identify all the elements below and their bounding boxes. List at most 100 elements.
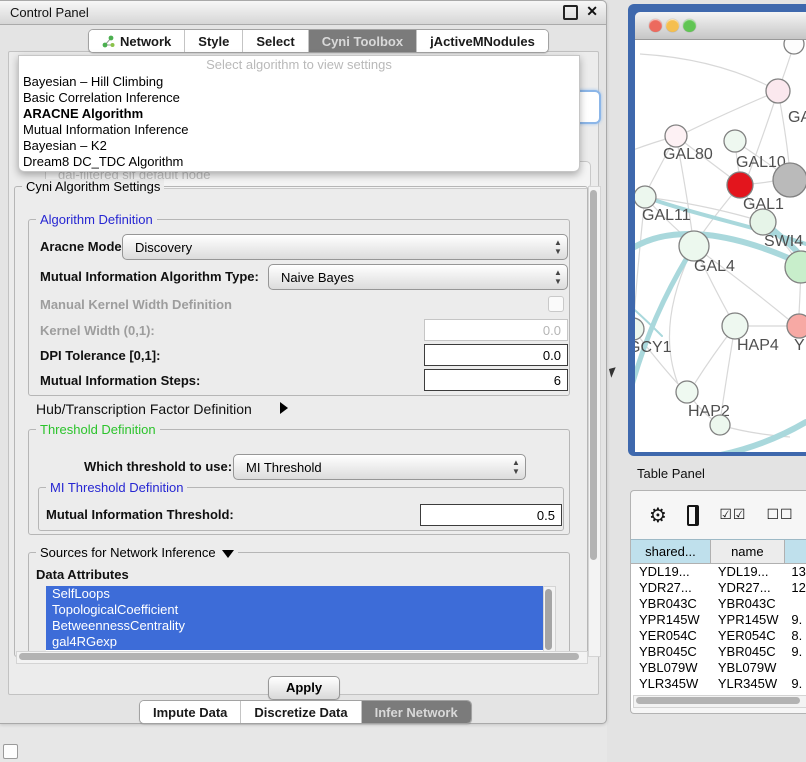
table-row[interactable]: YBR045CYBR045C9. <box>631 644 806 660</box>
bottom-tab-impute-data[interactable]: Impute Data <box>140 701 241 723</box>
table-cell: YBR045C <box>710 644 784 660</box>
network-node-hap2[interactable] <box>676 381 698 403</box>
bottom-tab-bar: Impute Data Discretize Data Infer Network <box>139 700 472 724</box>
network-node-gcy1[interactable] <box>635 318 644 340</box>
mi-threshold-definition-title: MI Threshold Definition <box>46 480 187 495</box>
table-horizontal-scrollbar[interactable] <box>633 695 806 708</box>
algorithm-option[interactable]: Dream8 DC_TDC Algorithm <box>19 154 579 170</box>
algorithm-dropdown-popup: Select algorithm to view settings Bayesi… <box>18 55 580 172</box>
network-canvas[interactable]: GALGAL80GAL10GAL1GAL11SWI4GAL4GCY1HAP4YH… <box>635 40 806 452</box>
panel-toggle-icon[interactable] <box>3 744 18 759</box>
table-header-row: shared...nameA <box>631 539 806 564</box>
table-row[interactable]: YLR345WYLR345W9. <box>631 676 806 692</box>
table-row[interactable]: YBL079WYBL079W <box>631 660 806 676</box>
table-cell: 12 <box>783 580 806 596</box>
data-attribute-item[interactable]: BetweennessCentrality <box>46 618 543 634</box>
table-row[interactable]: YDL19...YDL19...13 <box>631 564 806 580</box>
data-attribute-item[interactable]: TopologicalCoefficient <box>46 602 543 618</box>
mi-algorithm-type-combo[interactable]: Naive Bayes ▲▼ <box>268 264 568 290</box>
algorithm-option[interactable]: ARACNE Algorithm <box>19 106 579 122</box>
tab-label: Discretize Data <box>254 705 347 720</box>
kernel-width-label: Kernel Width (0,1): <box>40 323 155 338</box>
mi-steps-field[interactable] <box>424 369 568 391</box>
network-node[interactable] <box>784 40 804 54</box>
algorithm-option[interactable]: Bayesian – K2 <box>19 138 579 154</box>
network-node-gal10[interactable] <box>724 130 746 152</box>
table-cell: YLR345W <box>710 676 784 692</box>
top-tab-jactivemnodules[interactable]: jActiveMNodules <box>417 30 548 52</box>
algorithm-option[interactable]: Bayesian – Hill Climbing <box>19 74 579 90</box>
settings-vertical-scrollbar[interactable] <box>588 186 601 657</box>
network-node[interactable] <box>773 163 806 197</box>
combo-stepper-icon: ▲▼ <box>507 458 525 476</box>
tab-label: Select <box>256 34 294 49</box>
mi-threshold-field[interactable] <box>420 504 562 526</box>
bottom-tab-discretize-data[interactable]: Discretize Data <box>241 701 361 723</box>
network-node-hap4[interactable] <box>722 313 748 339</box>
top-tab-network[interactable]: Network <box>89 30 185 52</box>
network-node-gal4[interactable] <box>679 231 709 261</box>
mi-threshold-label: Mutual Information Threshold: <box>46 507 234 522</box>
table-cell: YDR27... <box>710 580 784 596</box>
table-cell: 13 <box>783 564 806 580</box>
tab-label: Infer Network <box>375 705 458 720</box>
algorithm-option[interactable]: Mutual Information Inference <box>19 122 579 138</box>
which-threshold-combo[interactable]: MI Threshold ▲▼ <box>233 454 526 480</box>
select-all-checkboxes-icon[interactable]: ☑☑ <box>719 507 746 523</box>
float-window-icon[interactable] <box>563 5 578 20</box>
table-row[interactable]: YPR145WYPR145W9. <box>631 612 806 628</box>
network-edge <box>687 91 778 132</box>
network-node-gal11[interactable] <box>635 186 656 208</box>
top-tab-style[interactable]: Style <box>185 30 243 52</box>
tab-label: jActiveMNodules <box>430 34 535 49</box>
table-cell: YBL079W <box>631 660 710 676</box>
zoom-traffic-icon[interactable] <box>683 19 696 32</box>
minimize-traffic-icon[interactable] <box>666 19 679 32</box>
bottom-tab-infer-network[interactable]: Infer Network <box>362 701 471 723</box>
settings-horizontal-scrollbar[interactable] <box>16 651 588 664</box>
table-row[interactable]: YDR27...YDR27...12 <box>631 580 806 596</box>
algorithm-list: Bayesian – Hill ClimbingBasic Correlatio… <box>19 74 579 170</box>
network-node-gal[interactable] <box>766 79 790 103</box>
table-row[interactable]: YER054CYER054C8. <box>631 628 806 644</box>
data-attributes-list[interactable]: SelfLoopsTopologicalCoefficientBetweenne… <box>46 586 543 653</box>
manual-kernel-checkbox[interactable] <box>548 296 564 312</box>
tab-label: Impute Data <box>153 705 227 720</box>
close-traffic-icon[interactable] <box>649 19 662 32</box>
node-table[interactable]: shared...nameAYDL19...YDL19...13YDR27...… <box>631 539 806 708</box>
dpi-tolerance-field[interactable] <box>424 344 568 366</box>
network-node-gal1[interactable] <box>727 172 753 198</box>
table-column-header[interactable]: name <box>711 540 785 564</box>
cyni-settings-group-title: Cyni Algorithm Settings <box>22 179 164 194</box>
aracne-mode-combo[interactable]: Discovery ▲▼ <box>122 234 568 260</box>
collapse-arrow-icon[interactable] <box>222 550 234 558</box>
table-column-header[interactable]: A <box>785 540 806 564</box>
data-attribute-item[interactable]: SelfLoops <box>46 586 543 602</box>
top-tab-bar: NetworkStyle Select Cyni Toolbox jActiveMNo… <box>88 29 549 53</box>
kernel-width-field[interactable] <box>424 319 568 341</box>
top-tab-select[interactable]: Select <box>243 30 308 52</box>
algorithm-option[interactable]: Basic Correlation Inference <box>19 90 579 106</box>
data-attributes-label: Data Attributes <box>36 567 129 582</box>
close-icon[interactable]: ✕ <box>586 3 598 20</box>
attributes-scrollbar[interactable] <box>543 586 556 655</box>
gear-icon[interactable]: ⚙ <box>649 503 667 527</box>
table-cell: 9. <box>783 612 806 628</box>
table-cell: YBR043C <box>631 596 710 612</box>
tab-label: Cyni Toolbox <box>322 34 403 49</box>
aracne-mode-label: Aracne Mode: <box>40 239 126 254</box>
deselect-all-checkboxes-icon[interactable]: ☐☐ <box>766 507 793 523</box>
network-node-gal80[interactable] <box>665 125 687 147</box>
network-node-swi4[interactable] <box>750 209 776 235</box>
table-row[interactable]: YBR043CYBR043C <box>631 596 806 612</box>
apply-button[interactable]: Apply <box>268 676 340 700</box>
network-node-y[interactable] <box>787 314 806 338</box>
expand-arrow-icon[interactable] <box>280 402 288 414</box>
columns-icon[interactable] <box>687 505 699 526</box>
network-node[interactable] <box>710 415 730 435</box>
table-column-header[interactable]: shared... <box>631 540 711 564</box>
data-attribute-item[interactable]: gal4RGexp <box>46 634 543 650</box>
top-tab-cyni-toolbox[interactable]: Cyni Toolbox <box>309 30 417 52</box>
threshold-definition-title: Threshold Definition <box>36 422 160 437</box>
network-graph-icon <box>102 35 115 48</box>
